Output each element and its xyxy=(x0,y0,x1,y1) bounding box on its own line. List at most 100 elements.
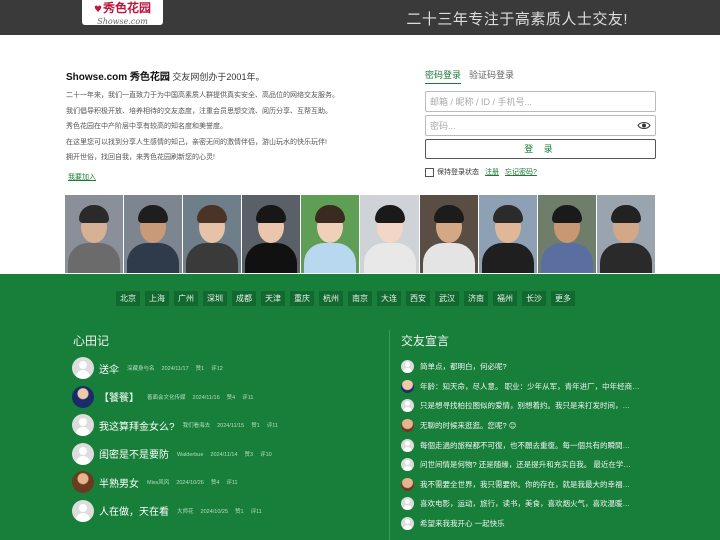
avatar[interactable] xyxy=(401,419,414,433)
diary-comments: 评10 xyxy=(260,451,272,458)
city-link[interactable]: 杭州 xyxy=(319,291,343,306)
diary-item[interactable]: 【饕餮】 善面会文化传媒 2024/11/16 赞4 评11 xyxy=(72,383,372,412)
declaration-item[interactable]: 无聊的时候来逛逛。您呢? 😊 xyxy=(401,416,651,436)
city-link[interactable]: 长沙 xyxy=(522,291,546,306)
avatar[interactable] xyxy=(401,360,414,374)
password-input[interactable] xyxy=(425,115,656,136)
declaration-text[interactable]: 希望来我我开心 一起快乐 xyxy=(420,518,505,529)
member-photo[interactable] xyxy=(301,195,360,273)
avatar[interactable] xyxy=(72,414,94,437)
city-link[interactable]: 上海 xyxy=(145,291,169,306)
city-link[interactable]: 深圳 xyxy=(203,291,227,306)
member-photo[interactable] xyxy=(65,195,124,273)
member-photo[interactable] xyxy=(537,195,596,273)
diary-item-title[interactable]: 我这算拜金女么? xyxy=(99,418,175,433)
declaration-item[interactable]: 年龄：知天命，尽人意。 职业：少年从军，青年进厂，中年经商… xyxy=(401,377,651,397)
city-link[interactable]: 武汉 xyxy=(435,291,459,306)
avatar[interactable] xyxy=(72,442,94,465)
avatar[interactable] xyxy=(401,438,414,452)
member-photo[interactable] xyxy=(360,195,419,273)
member-photo[interactable] xyxy=(478,195,537,273)
diary-item[interactable]: 半熟男女 Miss风风 2024/10/26 赞4 评11 xyxy=(72,468,372,497)
city-link[interactable]: 成都 xyxy=(232,291,256,306)
member-photo[interactable] xyxy=(124,195,183,273)
diary-item[interactable]: 送伞 深藏身与名 2024/11/17 赞1 评12 xyxy=(72,354,372,383)
intro-title: Showse.com 秀色花园 交友网创办于2001年。 xyxy=(66,70,366,85)
city-link[interactable]: 天津 xyxy=(261,291,285,306)
city-link[interactable]: 北京 xyxy=(116,291,140,306)
diary-date: 2024/11/16 xyxy=(192,394,220,401)
city-link[interactable]: 南京 xyxy=(348,291,372,306)
diary-author[interactable]: 大师花 xyxy=(177,509,194,515)
diary-likes: 赞4 xyxy=(210,480,220,487)
avatar[interactable] xyxy=(401,517,414,531)
declaration-item[interactable]: 我不需要全世界，我只需要你。你的存在，就是我最大的幸福… xyxy=(401,475,651,495)
diary-author[interactable]: 深藏身与名 xyxy=(127,366,155,372)
avatar[interactable] xyxy=(72,357,94,380)
declaration-text[interactable]: 每個走過的旅程都不可復，也不願去重復。每一個共有的瞬間… xyxy=(420,440,630,451)
city-link[interactable]: 大连 xyxy=(377,291,401,306)
city-link[interactable]: 西安 xyxy=(406,291,430,306)
declaration-text[interactable]: 简单点，都明白，何必呢? xyxy=(420,361,507,372)
avatar[interactable] xyxy=(72,385,94,408)
diary-author[interactable]: 我们看海去 xyxy=(183,423,211,429)
diary-item-meta: 我们看海去 2024/11/15 赞1 评11 xyxy=(183,421,285,429)
avatar[interactable] xyxy=(401,379,414,393)
declaration-item[interactable]: 希望来我我开心 一起快乐 xyxy=(401,514,651,534)
member-photo[interactable] xyxy=(596,195,655,273)
diary-author[interactable]: 善面会文化传媒 xyxy=(147,395,186,401)
city-link[interactable]: 福州 xyxy=(493,291,517,306)
diary-item[interactable]: 我这算拜金女么? 我们看海去 2024/11/15 赞1 评11 xyxy=(72,411,372,440)
avatar[interactable] xyxy=(401,497,414,511)
city-link[interactable]: 济南 xyxy=(464,291,488,306)
diary-item-title[interactable]: 人在做，天在看 xyxy=(99,503,169,518)
avatar[interactable] xyxy=(72,499,94,522)
forgot-password-link[interactable]: 忘记密码? xyxy=(505,167,537,177)
photo-hair xyxy=(256,205,287,223)
declaration-item[interactable]: 喜欢电影，运动，旅行，读书，美食，喜欢烟火气，喜欢温暖… xyxy=(401,494,651,514)
login-button[interactable]: 登 录 xyxy=(425,139,656,159)
avatar[interactable] xyxy=(72,471,94,494)
member-photo[interactable] xyxy=(419,195,478,273)
declaration-item[interactable]: 只是想寻找柏拉图似的爱情，别想着约。我只是来打发时间，… xyxy=(401,396,651,416)
declaration-item[interactable]: 每個走過的旅程都不可復，也不願去重復。每一個共有的瞬間… xyxy=(401,435,651,455)
city-link[interactable]: 更多 xyxy=(551,291,575,306)
remember-checkbox[interactable] xyxy=(425,167,434,177)
declaration-text[interactable]: 喜欢电影，运动，旅行，读书，美食，喜欢烟火气，喜欢温暖… xyxy=(420,498,630,509)
diary-item-title[interactable]: 闺密是不是要防 xyxy=(99,446,169,461)
account-input[interactable] xyxy=(425,91,656,112)
diary-item-title[interactable]: 送伞 xyxy=(99,361,119,376)
photo-hair xyxy=(138,205,169,223)
diary-author[interactable]: Miss风风 xyxy=(147,480,169,486)
declaration-text[interactable]: 只是想寻找柏拉图似的爱情，别想着约。我只是来打发时间，… xyxy=(420,400,630,411)
photo-hair xyxy=(315,205,346,223)
join-link[interactable]: 我要加入 xyxy=(68,172,96,182)
member-photo[interactable] xyxy=(183,195,242,273)
diary-item[interactable]: 闺密是不是要防 Walderbue 2024/11/14 赞3 评10 xyxy=(72,440,372,469)
city-nav: 北京 上海 广州 深圳 成都 天津 重庆 杭州 南京 大连 西安 武汉 济南 福州 长沙 更多 xyxy=(116,291,575,306)
declaration-text[interactable]: 我不需要全世界，我只需要你。你的存在，就是我最大的幸福… xyxy=(420,479,630,490)
city-link[interactable]: 广州 xyxy=(174,291,198,306)
register-link[interactable]: 注册 xyxy=(485,167,499,177)
diary-likes: 赞1 xyxy=(195,366,205,373)
declaration-item[interactable]: 简单点，都明白，何必呢? xyxy=(401,357,651,377)
diary-author[interactable]: Walderbue xyxy=(177,452,203,458)
tab-code-login[interactable]: 验证码登录 xyxy=(469,68,514,84)
diary-item-title[interactable]: 半熟男女 xyxy=(99,475,139,490)
avatar[interactable] xyxy=(401,399,414,413)
member-photo[interactable] xyxy=(242,195,301,273)
avatar[interactable] xyxy=(401,458,414,472)
diary-item[interactable]: 人在做，天在看 大师花 2024/10/25 赞1 评11 xyxy=(72,497,372,526)
diary-item-title[interactable]: 【饕餮】 xyxy=(99,389,139,404)
declaration-text[interactable]: 年龄：知天命，尽人意。 职业：少年从军，青年进厂，中年经商… xyxy=(420,381,640,392)
eye-icon[interactable] xyxy=(637,120,651,131)
site-logo[interactable]: 秀色花园 Showse.com xyxy=(82,0,163,26)
diary-date: 2024/11/14 xyxy=(210,451,238,458)
declaration-text[interactable]: 问世间情是何物? 还是随缘，还是提升和充实自我。 最近在学… xyxy=(420,459,631,470)
city-link[interactable]: 重庆 xyxy=(290,291,314,306)
tab-password-login[interactable]: 密码登录 xyxy=(425,68,462,84)
avatar[interactable] xyxy=(401,477,414,491)
declaration-text[interactable]: 无聊的时候来逛逛。您呢? 😊 xyxy=(420,420,517,431)
login-options: 保持登录状态 注册 忘记密码? xyxy=(425,167,656,177)
declaration-item[interactable]: 问世间情是何物? 还是随缘，还是提升和充实自我。 最近在学… xyxy=(401,455,651,475)
